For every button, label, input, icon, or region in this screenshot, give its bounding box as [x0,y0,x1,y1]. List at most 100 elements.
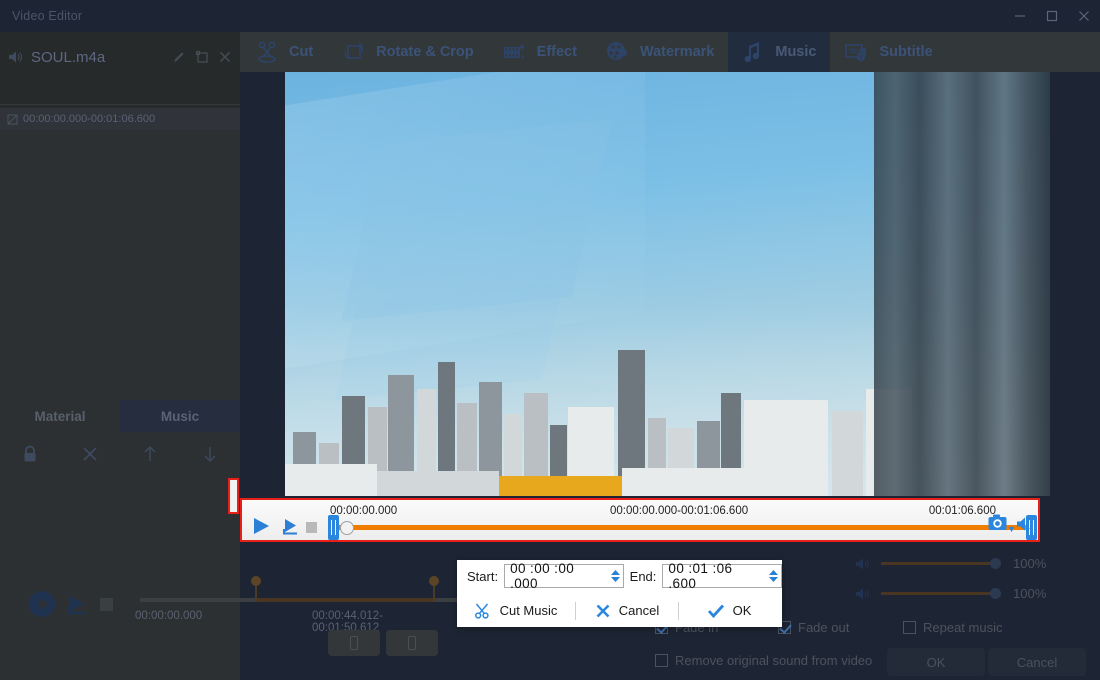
tab-music[interactable]: Music [120,400,240,432]
dialog-actions: Cut Music Cancel OK [457,594,782,627]
timeline-marker-end[interactable] [433,584,435,602]
arrow-up-icon[interactable] [120,445,180,463]
video-editor-window: Video Editor SOUL.m4a [0,0,1100,680]
scissors-icon [475,603,492,619]
volume-icon[interactable] [1016,516,1034,532]
file-range-text: 00:00:00.000-00:01:06.600 [23,113,155,125]
tab-material[interactable]: Material [0,400,120,432]
music-volume-value: 100% [1013,556,1046,571]
checkbox-repeat-music[interactable]: Repeat music [903,620,1002,635]
music-volume-control[interactable]: 100% [855,556,1046,571]
toolbar-item-music[interactable]: Music [728,32,830,72]
cut-music-button[interactable]: Cut Music [457,594,575,627]
cut-icon [254,39,280,65]
timeline-segment[interactable] [386,630,438,656]
ok-button[interactable]: OK [887,648,985,676]
checkbox-fade-out[interactable]: Fade out [778,620,849,635]
left-panel: SOUL.m4a 00:00:00.000-00:01:06.600 [0,32,240,680]
selection-handle-start[interactable] [328,515,339,540]
app-title: Video Editor [0,9,82,23]
toolbar-item-watermark[interactable]: Watermark [591,32,728,72]
duplicate-icon[interactable] [195,50,209,64]
main-toolbar: Cut Rotate & Crop Effect Watermark Music [240,32,1100,72]
stop-button[interactable] [100,598,113,611]
end-label: End: [630,569,657,584]
speaker-icon [8,50,24,64]
start-time-input[interactable]: 00 :00 :00 .000 [504,564,624,588]
start-time-value: 00 :00 :00 .000 [510,561,605,591]
file-range-row[interactable]: 00:00:00.000-00:01:06.600 [0,108,240,130]
divider [0,104,240,105]
toolbar-item-cut[interactable]: Cut [240,32,327,72]
close-icon[interactable] [60,445,120,463]
start-time-stepper[interactable] [610,569,621,583]
left-timeline-start: 00:00:00.000 [135,610,202,622]
edit-icon[interactable] [172,50,186,64]
timeline-track[interactable] [337,525,1031,530]
timeline-total-time: 00:01:06.600 [929,505,996,517]
ok-label: OK [733,603,752,618]
play-button[interactable] [251,516,271,536]
rotate-crop-icon [341,39,367,65]
start-label: Start: [467,569,498,584]
checkbox-label: Remove original sound from video [675,653,872,668]
cancel-button[interactable]: Cancel [988,648,1086,676]
cut-music-dialog: Start: 00 :00 :00 .000 End: 00 :01 :06 .… [457,560,782,627]
step-button[interactable] [282,518,300,535]
effect-icon [502,39,528,65]
end-time-value: 00 :01 :06 .600 [668,561,763,591]
maximize-button[interactable] [1036,0,1068,32]
original-volume-control[interactable]: 100% [855,586,1046,601]
video-preview[interactable] [285,72,1050,496]
original-volume-slider[interactable] [881,587,1001,601]
play-button[interactable] [28,590,56,618]
ok-button[interactable]: OK [679,594,779,627]
toolbar-item-subtitle[interactable]: SUBT Subtitle [830,32,946,72]
end-time-input[interactable]: 00 :01 :06 .600 [662,564,782,588]
cancel-label: Cancel [619,603,659,618]
music-volume-slider[interactable] [881,557,1001,571]
cancel-button[interactable]: Cancel [576,594,678,627]
cut-music-label: Cut Music [500,603,558,618]
checkbox-box [903,621,916,634]
timeline-current-time: 00:00:00.000 [330,505,397,517]
close-icon[interactable] [218,50,232,64]
window-controls [1004,0,1100,32]
left-toolbar [0,436,240,472]
crop-icon [7,114,18,125]
file-name: SOUL.m4a [31,49,172,66]
speaker-icon [855,557,871,571]
close-button[interactable] [1068,0,1100,32]
file-item[interactable]: SOUL.m4a [0,40,240,74]
arrow-down-icon[interactable] [180,445,240,463]
music-note-icon [742,39,766,65]
timeline-segment[interactable] [328,630,380,656]
cross-icon [595,603,611,619]
file-actions [172,50,232,64]
toolbar-label: Music [775,44,816,60]
timeline-marker-start[interactable] [255,584,257,602]
stop-button[interactable] [306,522,317,533]
timeline-selection-range: 00:00:00.000-00:01:06.600 [610,505,748,517]
scrollbar-thumb[interactable] [228,478,239,514]
end-time-stepper[interactable] [768,569,779,583]
toolbar-label: Rotate & Crop [376,44,473,60]
segment-handle [408,636,416,650]
play-frame-button[interactable] [66,593,90,615]
playhead-knob[interactable] [340,521,354,535]
time-range-row: Start: 00 :00 :00 .000 End: 00 :01 :06 .… [457,560,782,592]
toolbar-item-rotate-crop[interactable]: Rotate & Crop [327,32,487,72]
toolbar-label: Cut [289,44,313,60]
toolbar-item-effect[interactable]: Effect [488,32,591,72]
title-bar: Video Editor [0,0,1100,32]
checkbox-label: Repeat music [923,620,1002,635]
watermark-icon [605,39,631,65]
chevron-down-icon[interactable]: ▼ [1007,524,1016,534]
segment-handle [350,636,358,650]
checkbox-remove-original-sound[interactable]: Remove original sound from video [655,653,872,668]
preview-timeline-bar[interactable]: 00:00:00.000 00:00:00.000-00:01:06.600 0… [240,498,1040,542]
left-tabs: Material Music [0,400,240,432]
snapshot-icon[interactable] [988,514,1007,531]
minimize-button[interactable] [1004,0,1036,32]
lock-icon[interactable] [0,444,60,464]
